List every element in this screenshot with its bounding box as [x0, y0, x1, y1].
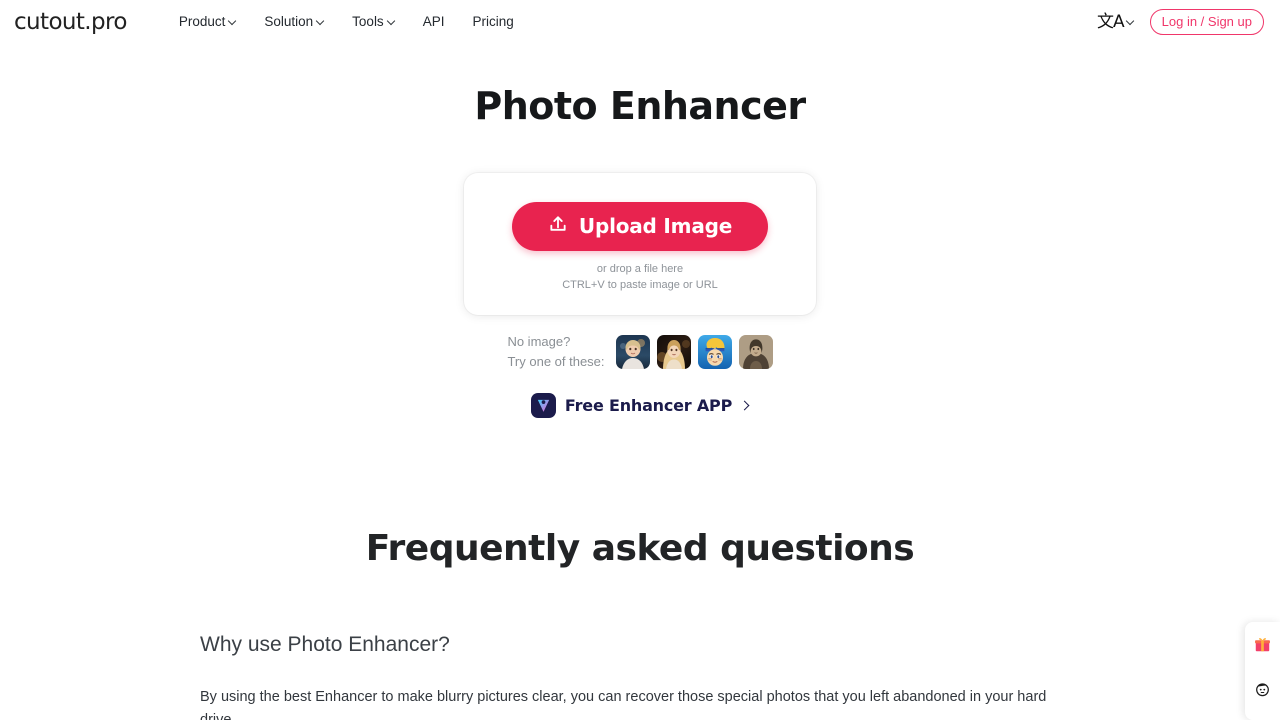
sample-thumb-vintage[interactable] — [738, 334, 773, 369]
faq-answer: By using the best Enhancer to make blurr… — [200, 689, 1047, 720]
nav-label: Solution — [264, 14, 314, 30]
faq-question[interactable]: Why use Photo Enhancer? — [200, 631, 1084, 658]
app-logo-icon — [530, 392, 556, 418]
gift-icon[interactable] — [1251, 632, 1275, 656]
language-switcher[interactable]: 文A — [1097, 11, 1134, 32]
main-nav: Product Solution Tools API Pricing — [179, 15, 514, 29]
nav-item-api[interactable]: API — [423, 15, 445, 29]
upload-button-label: Upload Image — [578, 214, 733, 239]
sample-images-label: No image? Try one of these: — [507, 332, 604, 372]
drop-hint-line1: or drop a file here — [596, 262, 684, 275]
header-actions: 文A Log in / Sign up — [1097, 0, 1264, 44]
page-title: Photo Enhancer — [474, 84, 806, 128]
chevron-down-icon — [229, 18, 236, 25]
sample-thumbnails — [615, 334, 773, 369]
translate-icon: 文A — [1097, 11, 1125, 32]
drop-hint-line2: CTRL+V to paste image or URL — [562, 278, 718, 291]
chevron-right-icon — [741, 402, 749, 410]
sample-images-row: No image? Try one of these: — [0, 332, 1280, 372]
site-header: cutout.pro Product Solution Tools API Pr… — [0, 0, 1280, 44]
chevron-down-icon — [317, 18, 324, 25]
sample-label-line2: Try one of these: — [507, 353, 605, 369]
sample-label-line1: No image? — [507, 333, 571, 349]
chevron-down-icon — [1127, 18, 1134, 25]
upload-image-button[interactable]: Upload Image — [512, 201, 768, 251]
faq-item: Why use Photo Enhancer? By using the bes… — [200, 631, 1084, 720]
free-app-link[interactable]: Free Enhancer APP — [0, 392, 1280, 418]
nav-item-solution[interactable]: Solution — [264, 15, 324, 29]
sample-thumb-woman[interactable] — [656, 334, 691, 369]
login-signup-button[interactable]: Log in / Sign up — [1149, 9, 1264, 35]
logo[interactable]: cutout.pro — [14, 10, 127, 34]
nav-item-pricing[interactable]: Pricing — [472, 15, 513, 29]
drop-hint: or drop a file here CTRL+V to paste imag… — [562, 262, 718, 294]
nav-label: API — [422, 14, 445, 30]
upload-icon — [548, 214, 568, 239]
nav-label: Product — [178, 14, 226, 30]
faq-title: Frequently asked questions — [365, 527, 915, 569]
nav-label: Tools — [352, 14, 384, 30]
floating-widget-panel — [1245, 622, 1280, 720]
hero-section: Photo Enhancer Upload Image or drop a fi… — [0, 44, 1280, 418]
nav-label: Pricing — [472, 14, 514, 30]
free-app-label: Free Enhancer APP — [564, 395, 733, 415]
customer-service-icon[interactable] — [1251, 677, 1275, 701]
faq-list: Why use Photo Enhancer? By using the bes… — [196, 631, 1084, 720]
nav-item-product[interactable]: Product — [179, 15, 237, 29]
sample-thumb-anime[interactable] — [697, 334, 732, 369]
upload-dropzone[interactable]: Upload Image or drop a file here CTRL+V … — [464, 172, 816, 315]
sample-thumb-girl[interactable] — [615, 334, 650, 369]
chevron-down-icon — [388, 18, 395, 25]
nav-item-tools[interactable]: Tools — [352, 15, 395, 29]
faq-section: Frequently asked questions Why use Photo… — [0, 528, 1280, 720]
